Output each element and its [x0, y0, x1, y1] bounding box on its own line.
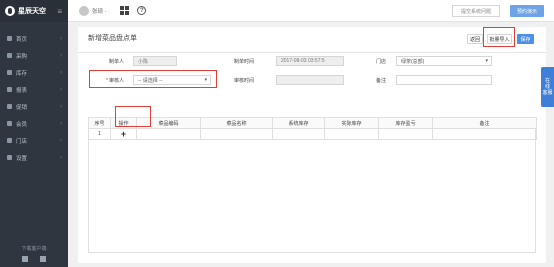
user-icon: [7, 121, 12, 126]
sidebar-item-settings[interactable]: 设置 ›: [0, 149, 68, 166]
chevron-right-icon: ›: [60, 137, 62, 144]
tag-icon: [7, 104, 12, 109]
chevron-right-icon: ›: [60, 120, 62, 127]
online-service-tab[interactable]: 在 线 客服: [541, 67, 554, 107]
user-name[interactable]: 张硕 ·: [92, 7, 106, 15]
logo-icon: [5, 6, 15, 16]
col-header: 库存盈亏: [378, 117, 433, 129]
home-icon: [7, 36, 12, 41]
remark-input[interactable]: [396, 75, 492, 85]
chart-icon: [7, 87, 12, 92]
chevron-right-icon: ›: [60, 103, 62, 110]
topbar: 张硕 · ? 提交系统问题 预约演示: [68, 0, 554, 22]
save-button[interactable]: 保存: [517, 34, 534, 44]
apple-icon[interactable]: [40, 256, 46, 262]
table-header: 序号 操作 菜品编码 菜品名称 系统库存 实际库存 库存盈亏 备注: [88, 117, 537, 129]
help-icon[interactable]: ?: [137, 6, 147, 15]
cell-dish-code[interactable]: [136, 128, 201, 140]
sidebar-item-home[interactable]: 首页 ›: [0, 30, 68, 47]
page-title: 新增菜品盘点单: [88, 35, 137, 42]
col-header: 序号: [88, 117, 111, 129]
windows-icon[interactable]: [22, 256, 28, 262]
chevron-right-icon: ›: [60, 86, 62, 93]
sidebar-nav: 首页 › 采购 › 库存 › 报表 › 促销 › 会员 › 门店 › 设置 ›: [0, 22, 68, 166]
auditor-select[interactable]: -- 请选择 -- ▾: [133, 75, 211, 85]
remark-label: 备注: [375, 78, 386, 84]
back-button[interactable]: 返回: [467, 34, 483, 44]
auditor-label: *审核人: [106, 78, 124, 84]
qr-code-icon[interactable]: [120, 6, 130, 15]
chevron-right-icon: ›: [60, 52, 62, 59]
sidebar-item-reports[interactable]: 报表 ›: [0, 81, 68, 98]
cell-dish-name[interactable]: [200, 128, 273, 140]
cell-actual-stock[interactable]: [324, 128, 379, 140]
store-label: 门店: [375, 59, 386, 65]
row-index: 1: [88, 128, 111, 140]
sidebar-item-members[interactable]: 会员 ›: [0, 115, 68, 132]
audit-time-label: 审核时间: [233, 78, 254, 84]
brand-name: 星辰天空: [18, 8, 46, 15]
chevron-right-icon: ›: [60, 69, 62, 76]
feedback-button[interactable]: 提交系统问题: [452, 5, 500, 17]
sidebar-item-promotion[interactable]: 促销 ›: [0, 98, 68, 115]
sidebar-item-stores[interactable]: 门店 ›: [0, 132, 68, 149]
col-header: 实际库存: [324, 117, 379, 129]
col-header: 菜品名称: [200, 117, 273, 129]
gear-icon: [7, 155, 12, 160]
cell-system-stock: [272, 128, 325, 140]
cell-remark[interactable]: [432, 128, 537, 140]
chevron-right-icon: ›: [60, 154, 62, 161]
make-time-field: 2017-08-03 03:57:5: [276, 56, 344, 66]
avatar[interactable]: [79, 5, 89, 16]
book-demo-button[interactable]: 预约演示: [510, 5, 544, 17]
col-header: 操作: [110, 117, 137, 129]
add-row-icon[interactable]: +: [110, 128, 137, 140]
divider: [78, 52, 546, 53]
download-client-link[interactable]: 下载客户端: [0, 245, 68, 252]
col-header: 系统库存: [272, 117, 325, 129]
batch-import-button[interactable]: 批量导入: [487, 34, 512, 44]
items-table: 序号 操作 菜品编码 菜品名称 系统库存 实际库存 库存盈亏 备注 1 +: [88, 117, 537, 140]
maker-label: 制单人: [108, 59, 124, 65]
cart-icon: [7, 53, 12, 58]
table-row: 1 +: [88, 128, 537, 140]
chevron-right-icon: ›: [60, 35, 62, 42]
sidebar-item-inventory[interactable]: 库存 ›: [0, 64, 68, 81]
main-card: 新增菜品盘点单 返回 批量导入 保存 制单人 小陈 制单时间 2017-08-0…: [78, 27, 546, 263]
cell-stock-diff: [378, 128, 433, 140]
col-header: 菜品编码: [136, 117, 201, 129]
sidebar-item-purchase[interactable]: 采购 ›: [0, 47, 68, 64]
store-select[interactable]: 绿茶(总部) ▾: [396, 56, 492, 66]
brand: 星辰天空 ≡: [0, 0, 68, 22]
audit-time-field: [276, 75, 344, 85]
menu-toggle-icon[interactable]: ≡: [57, 7, 62, 16]
sidebar: 星辰天空 ≡ 首页 › 采购 › 库存 › 报表 › 促销 › 会员 › 门店 › 设置 › 下…: [0, 0, 68, 267]
maker-field: 小陈: [133, 56, 177, 66]
chevron-down-icon: ▾: [485, 58, 488, 64]
make-time-label: 制单时间: [233, 59, 254, 65]
box-icon: [7, 70, 12, 75]
sidebar-footer: 下载客户端: [0, 245, 68, 262]
chevron-down-icon: ▾: [204, 77, 207, 83]
col-header: 备注: [432, 117, 537, 129]
store-icon: [7, 138, 12, 143]
